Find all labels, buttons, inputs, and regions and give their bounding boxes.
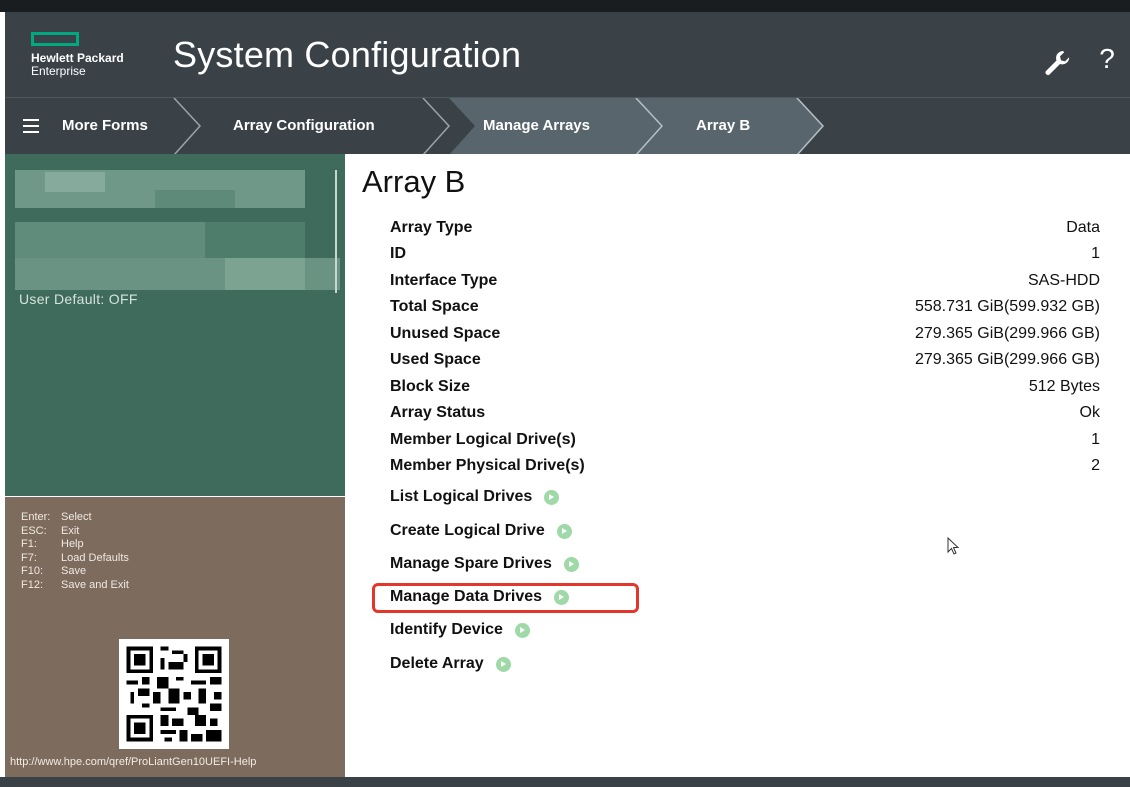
property-row: Block Size 512 Bytes [390, 378, 1100, 395]
property-row: Array Status Ok [390, 404, 1100, 421]
arrow-circle-icon [495, 656, 511, 672]
key-row: F10: Save [21, 565, 87, 577]
property-row: Used Space 279.365 GiB(299.966 GB) [390, 351, 1100, 368]
breadcrumb-array-configuration[interactable]: Array Configuration [233, 117, 375, 134]
key-row: Enter: Select [21, 511, 92, 523]
key-legend-panel: Enter: Select ESC: Exit F1: Help F7: Load De… [5, 497, 345, 777]
property-row: Interface Type SAS-HDD [390, 272, 1100, 289]
help-icon[interactable]: ? [1095, 43, 1119, 75]
scroll-indicator [335, 170, 337, 293]
property-row: Array Type Data [390, 219, 1100, 236]
property-row: Member Logical Drive(s) 1 [390, 431, 1100, 448]
manage-spare-drives-link[interactable]: Manage Spare Drives [390, 555, 579, 573]
hpe-logo: Hewlett Packard Enterprise [31, 52, 124, 78]
property-row: Unused Space 279.365 GiB(299.966 GB) [390, 325, 1100, 342]
delete-array-link[interactable]: Delete Array [390, 655, 511, 673]
mouse-cursor-icon [947, 537, 960, 555]
property-row: Member Physical Drive(s) 2 [390, 457, 1100, 474]
selection-highlight [372, 583, 639, 613]
key-row: F12: Save and Exit [21, 578, 129, 591]
more-forms-button[interactable]: More Forms [62, 117, 148, 134]
hamburger-icon[interactable] [23, 119, 39, 133]
property-row: ID 1 [390, 245, 1100, 262]
create-logical-drive-link[interactable]: Create Logical Drive [390, 522, 572, 540]
bottom-border [0, 777, 1130, 787]
app-title: System Configuration [173, 34, 522, 75]
key-row: F1: Help [21, 538, 84, 550]
arrow-circle-icon [544, 489, 560, 505]
breadcrumb-array-b[interactable]: Array B [696, 117, 750, 134]
brand-line-2: Enterprise [31, 64, 86, 78]
hpe-logo-element [31, 32, 79, 46]
key-row: ESC: Exit [21, 524, 80, 537]
description-text: User Default: OFF [19, 291, 138, 307]
identify-device-link[interactable]: Identify Device [390, 621, 530, 639]
property-row: Total Space 558.731 GiB(599.932 GB) [390, 298, 1100, 315]
arrow-circle-icon [514, 622, 530, 638]
help-url: http://www.hpe.com/qref/ProLiantGen10UEF… [10, 756, 257, 768]
breadcrumb-manage-arrays[interactable]: Manage Arrays [483, 117, 590, 134]
arrow-circle-icon [556, 523, 572, 539]
list-logical-drives-link[interactable]: List Logical Drives [390, 488, 560, 506]
help-description-panel: User Default: OFF [5, 154, 345, 496]
page-title: Array B [362, 164, 466, 199]
key-row: F7: Load Defaults [21, 551, 129, 564]
wrench-icon[interactable] [1042, 48, 1072, 78]
form-content: Array B Array Type Data ID 1 Interface Typ… [345, 154, 1130, 777]
top-border [0, 0, 1130, 12]
breadcrumb-bar: More Forms Array Configuration Manage Ar… [5, 97, 1130, 155]
qr-code-icon [119, 639, 229, 749]
arrow-circle-icon [563, 556, 579, 572]
key-legend: Enter: Select ESC: Exit F1: Help F7: Load De… [21, 511, 129, 592]
header: Hewlett Packard Enterprise System Config… [5, 12, 1130, 97]
